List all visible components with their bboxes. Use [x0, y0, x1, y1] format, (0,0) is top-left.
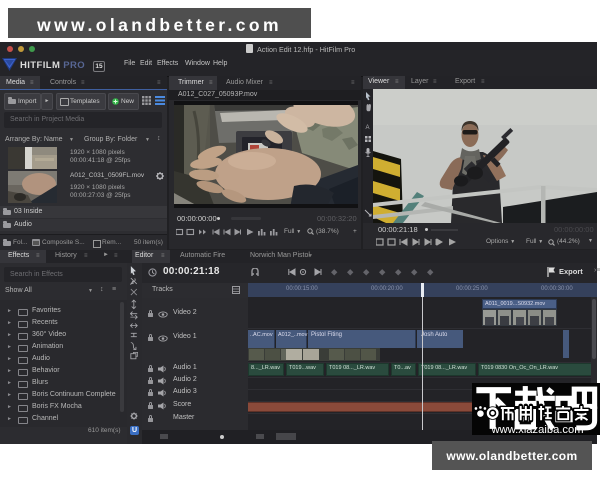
svg-text:A: A	[366, 125, 370, 131]
svg-text:www.xiazaiba.com: www.xiazaiba.com	[490, 424, 583, 435]
